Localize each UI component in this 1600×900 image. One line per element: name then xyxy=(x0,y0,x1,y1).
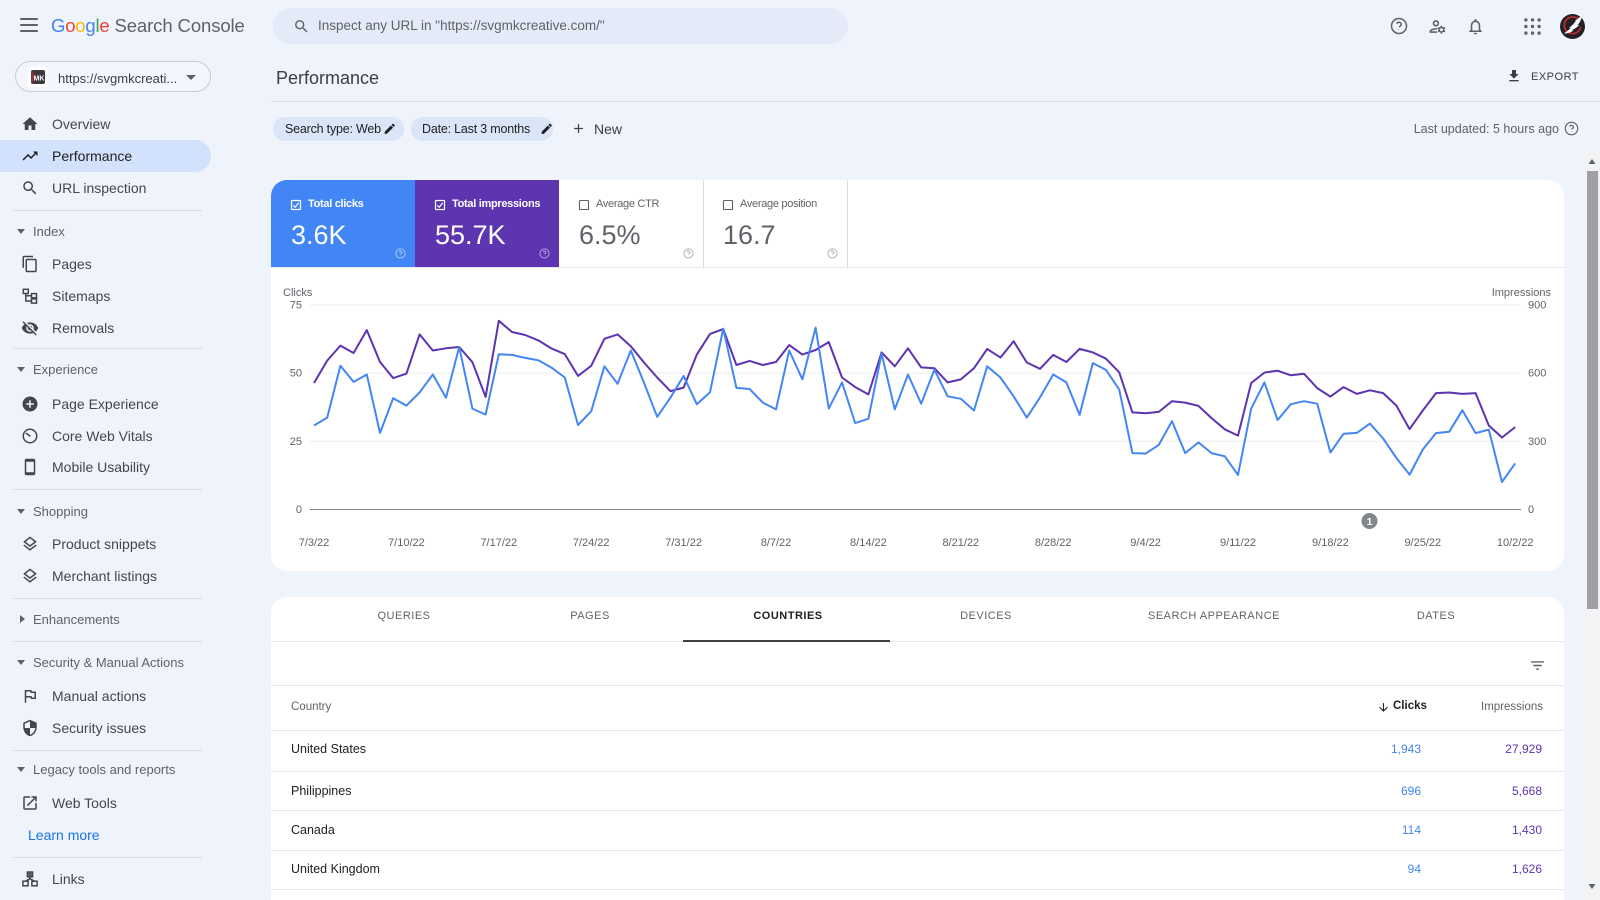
svg-text:Impressions: Impressions xyxy=(1492,287,1552,299)
svg-text:75: 75 xyxy=(290,300,302,312)
svg-text:900: 900 xyxy=(1528,300,1546,312)
svg-text:8/14/22: 8/14/22 xyxy=(850,537,887,549)
svg-text:9/25/22: 9/25/22 xyxy=(1404,537,1441,549)
svg-text:0: 0 xyxy=(296,504,302,516)
svg-text:25: 25 xyxy=(290,436,302,448)
svg-text:8/21/22: 8/21/22 xyxy=(942,537,979,549)
svg-text:9/4/22: 9/4/22 xyxy=(1130,537,1161,549)
svg-text:7/24/22: 7/24/22 xyxy=(573,537,610,549)
svg-text:8/7/22: 8/7/22 xyxy=(761,537,792,549)
svg-text:600: 600 xyxy=(1528,368,1546,380)
svg-text:7/17/22: 7/17/22 xyxy=(480,537,517,549)
svg-text:0: 0 xyxy=(1528,504,1534,516)
svg-text:10/2/22: 10/2/22 xyxy=(1497,537,1534,549)
svg-text:Clicks: Clicks xyxy=(283,287,313,299)
svg-text:7/10/22: 7/10/22 xyxy=(388,537,425,549)
svg-text:1: 1 xyxy=(1367,516,1373,528)
svg-text:9/18/22: 9/18/22 xyxy=(1312,537,1349,549)
svg-text:7/31/22: 7/31/22 xyxy=(665,537,702,549)
svg-text:50: 50 xyxy=(290,368,302,380)
svg-text:7/3/22: 7/3/22 xyxy=(299,537,330,549)
svg-text:8/28/22: 8/28/22 xyxy=(1035,537,1072,549)
svg-text:9/11/22: 9/11/22 xyxy=(1220,537,1256,549)
svg-text:MK: MK xyxy=(34,76,45,83)
svg-text:300: 300 xyxy=(1528,436,1546,448)
